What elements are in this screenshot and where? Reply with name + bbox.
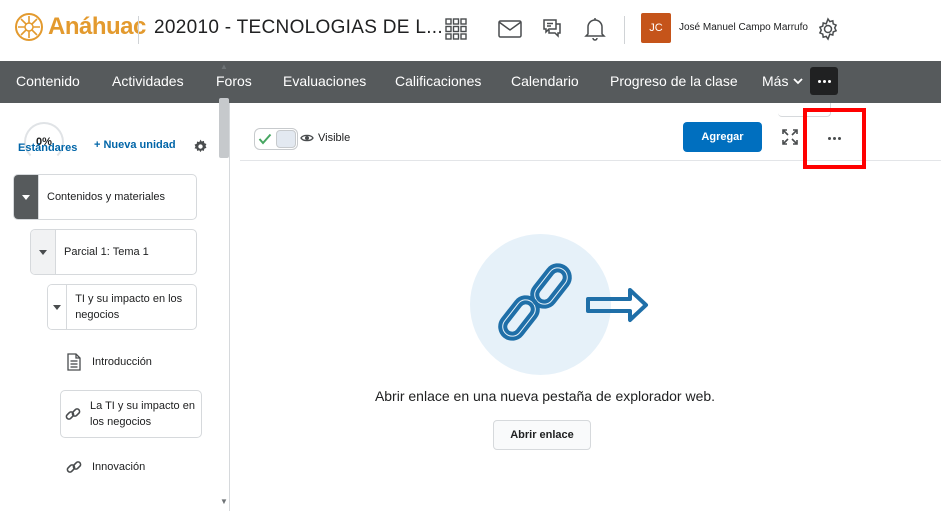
new-unit-button[interactable]: + Nueva unidad (94, 139, 176, 151)
add-button[interactable]: Agregar (683, 122, 762, 152)
chat-icon[interactable] (539, 16, 565, 42)
caret-down-icon (39, 249, 47, 255)
avatar[interactable]: JC (641, 13, 671, 43)
nav-calificaciones[interactable]: Calificaciones (395, 73, 481, 89)
logo-text: Anáhuac (48, 13, 146, 40)
nav-mas[interactable]: Más (762, 73, 804, 89)
chevron-down-icon (793, 78, 804, 85)
course-title[interactable]: 202010 - TECNOLOGIAS DE L... (154, 17, 443, 39)
tree-module-label: Contenidos y materiales (47, 191, 166, 203)
toggle-knob (276, 130, 296, 148)
course-navbar: Contenido Actividades Foros Evaluaciones… (0, 61, 941, 103)
nav-contenido[interactable]: Contenido (16, 73, 80, 89)
settings-gear-icon[interactable] (815, 16, 841, 42)
notification-bell-icon[interactable] (582, 16, 608, 42)
collapse-toggle-module[interactable] (14, 175, 39, 219)
user-name[interactable]: José Manuel Campo Marrufo (679, 22, 808, 33)
nav-calendario[interactable]: Calendario (511, 73, 579, 89)
tree-topic-ti[interactable]: TI y su impacto en los negocios (47, 284, 197, 330)
tree-module-contenidos[interactable]: Contenidos y materiales (13, 174, 197, 220)
link-icon (64, 458, 84, 476)
top-header: Anáhuac 202010 - TECNOLOGIAS DE L... JC … (0, 0, 941, 61)
visibility-toggle[interactable] (254, 128, 298, 150)
leaf-label: La TI y su impacto en los negocios (90, 400, 195, 428)
more-dots-icon (817, 79, 831, 83)
nav-foros[interactable]: Foros (216, 73, 252, 89)
tree-unit-parcial[interactable]: Parcial 1: Tema 1 (30, 229, 197, 275)
link-caption: Abrir enlace en una nueva pestaña de exp… (374, 388, 716, 404)
fullscreen-expand-icon[interactable] (782, 129, 798, 150)
nav-progreso[interactable]: Progreso de la clase (610, 73, 738, 89)
collapse-toggle-unit[interactable] (31, 230, 56, 274)
chain-link-arrow-icon (498, 263, 648, 341)
visible-label: Visible (318, 132, 351, 144)
course-selector-grid-icon[interactable] (443, 16, 469, 42)
header-divider (138, 16, 139, 44)
header-separator (624, 16, 625, 44)
visibility-status: Visible (300, 132, 350, 144)
nav-evaluaciones[interactable]: Evaluaciones (283, 73, 366, 89)
red-highlight-box (803, 108, 866, 169)
tree-leaf-introduccion[interactable]: Introducción (64, 353, 152, 371)
leaf-label: Innovación (92, 461, 146, 473)
eye-icon (300, 134, 314, 142)
anahuac-logo-icon (15, 13, 43, 41)
nav-mas-label: Más (762, 73, 789, 89)
caret-down-icon (53, 304, 62, 310)
scroll-down-arrow-icon[interactable]: ▼ (220, 497, 228, 506)
caret-down-icon (22, 194, 30, 200)
tree-topic-label: TI y su impacto en los negocios (75, 293, 183, 321)
scroll-up-arrow-icon[interactable]: ▲ (220, 62, 228, 71)
logo[interactable]: Anáhuac (14, 12, 146, 42)
link-icon (64, 405, 82, 423)
tree-scrollbar-thumb[interactable] (219, 98, 229, 158)
tree-leaf-ti-impacto[interactable]: La TI y su impacto en los negocios (64, 398, 196, 430)
tree-leaf-innovacion[interactable]: Innovación (64, 458, 145, 476)
collapse-toggle-topic[interactable] (48, 285, 68, 329)
nav-more-options-button[interactable] (810, 67, 838, 95)
document-icon (64, 353, 84, 371)
leaf-label: Introducción (92, 356, 152, 368)
checkmark-icon (255, 129, 275, 149)
standards-link[interactable]: Estándares (18, 142, 77, 154)
tree-unit-label: Parcial 1: Tema 1 (64, 246, 149, 258)
nav-actividades[interactable]: Actividades (112, 73, 184, 89)
open-link-button[interactable]: Abrir enlace (493, 420, 591, 450)
mail-icon[interactable] (497, 16, 523, 42)
tree-settings-gear-icon[interactable] (193, 139, 208, 159)
